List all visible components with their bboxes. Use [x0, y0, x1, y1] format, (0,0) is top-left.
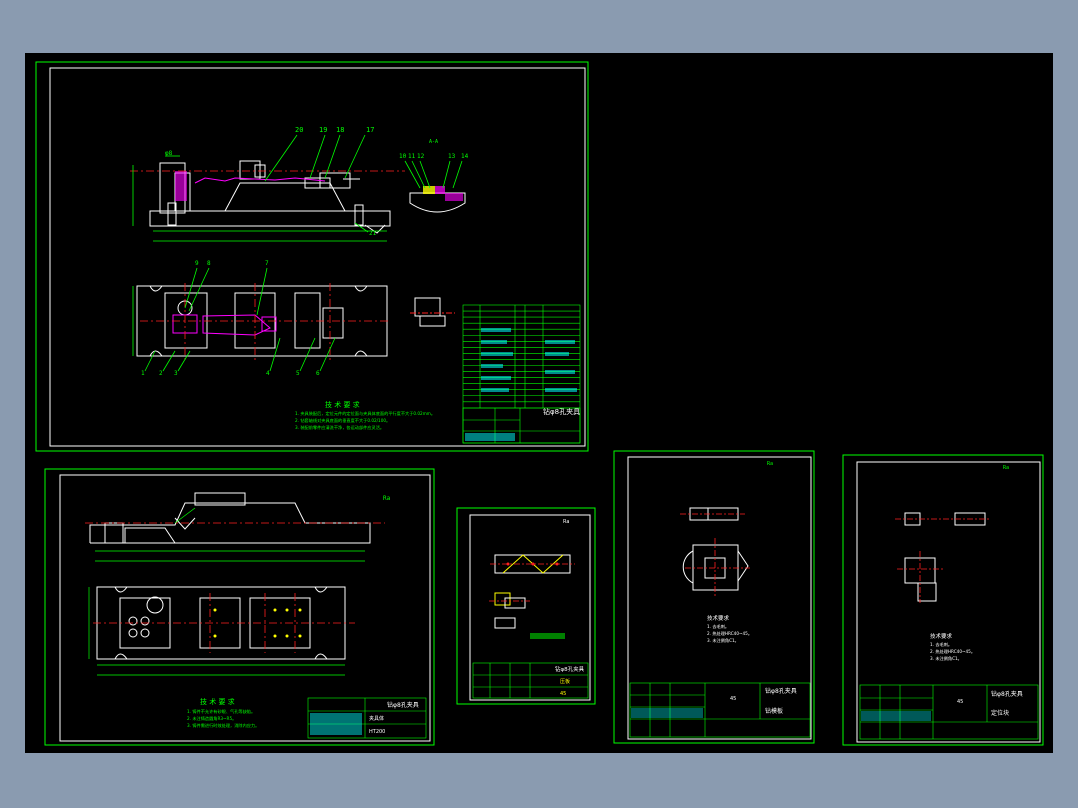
svg-text:Ra: Ra: [1003, 465, 1009, 471]
svg-text:Ra: Ra: [383, 495, 391, 502]
body-title-part: 夹具体: [369, 715, 384, 722]
part2-tech-1: 1. 去毛刺。: [930, 641, 952, 648]
part2-title-material: 45: [957, 699, 963, 705]
balloon-13: 13: [448, 153, 456, 160]
balloon-7: 7: [265, 260, 269, 267]
part2-title-name: 钻φ8孔夹具: [991, 690, 1023, 698]
cad-model-space[interactable]: φ8 20 19 18 17 21 A-A 10 11 12 13 14 9 8…: [25, 53, 1053, 753]
svg-text:φ8: φ8: [165, 150, 173, 157]
part2-title-part: 定位块: [991, 709, 1009, 717]
balloon-5: 5: [296, 370, 300, 377]
balloon-1: 1: [141, 370, 145, 377]
small-part-side: [494, 592, 526, 629]
title-block-drawing-name: 钻φ8孔夹具: [543, 407, 580, 416]
balloon-14: 14: [461, 153, 469, 160]
part2-plan: [904, 557, 937, 602]
body-tech-req-line-1: 1. 铸件不允许有砂眼、气孔等缺陷。: [187, 708, 255, 715]
balloon-19: 19: [319, 126, 327, 134]
body-tech-req-line-2: 2. 未注铸造圆角R3~R5。: [187, 715, 236, 722]
balloon-20: 20: [295, 126, 303, 134]
body-title-name: 钻φ8孔夹具: [387, 701, 419, 709]
balloon-8: 8: [207, 260, 211, 267]
balloon-10: 10: [399, 153, 407, 160]
tech-req-line-2: 2. 钻套轴线对夹具底面的垂直度不大于0.02/100。: [295, 417, 390, 424]
small-title-material: 45: [560, 691, 566, 697]
tech-req-line-1: 1. 夹具装配后，定位元件的定位面与夹具体底面的平行度不大于0.02mm。: [295, 410, 435, 417]
sheet-part-right-2: Ra 技术要求 1. 去毛刺。 2. 热处理HRC40~45。 3. 未注倒角C…: [842, 454, 1044, 746]
body-title-material: HT200: [369, 729, 385, 735]
part1-tech-3: 3. 未注倒角C1。: [707, 637, 739, 644]
tech-req-line-3: 3. 装配前零件应清洗干净，各运动部件应灵活。: [295, 424, 384, 431]
part1-tech-2: 2. 热处理HRC40~45。: [707, 630, 752, 637]
balloon-9: 9: [195, 260, 199, 267]
drawing-canvas: φ8 20 19 18 17 21 A-A 10 11 12 13 14 9 8…: [35, 61, 1044, 746]
balloon-12: 12: [417, 153, 425, 160]
balloon-21: 21: [369, 230, 377, 237]
section-view: [409, 186, 466, 213]
tech-req-title: 技 术 要 求: [325, 400, 360, 409]
sheet-part-right-1: Ra 技术要求 1. 去毛刺。 2. 热处理HRC40~45。 3. 未注倒角C…: [613, 450, 815, 744]
balloon-2: 2: [159, 370, 163, 377]
part2-tech-2: 2. 热处理HRC40~45。: [930, 648, 975, 655]
part1-title-material: 45: [730, 696, 736, 702]
assembly-front-view: [149, 160, 391, 234]
balloon-11: 11: [408, 153, 416, 160]
sheet-body-part: Ra 技 术 要 求 1. 铸件不允许有砂眼、气孔等缺陷。 2. 未注铸造圆角R…: [44, 468, 435, 746]
svg-text:Ra: Ra: [767, 461, 773, 467]
part1-title-name: 钻φ8孔夹具: [765, 687, 797, 695]
balloon-3: 3: [174, 370, 178, 377]
svg-text:Ra: Ra: [563, 519, 569, 525]
balloon-18: 18: [336, 126, 344, 134]
part1-tech-1: 1. 去毛刺。: [707, 623, 729, 630]
part2-tech-title: 技术要求: [930, 632, 953, 640]
small-title-part: 压板: [560, 678, 570, 685]
sheet-small-part: Ra 钻φ8孔夹具 压板 45: [456, 507, 596, 705]
assembly-detail-view: [410, 297, 455, 327]
section-label: A-A: [429, 139, 438, 145]
body-tech-req-line-3: 3. 铸件需进行时效处理，消除内应力。: [187, 722, 259, 729]
small-title-name: 钻φ8孔夹具: [555, 665, 585, 673]
part1-title-part: 钻模板: [765, 707, 783, 715]
part1-plan: [682, 544, 749, 591]
balloon-17: 17: [366, 126, 374, 134]
part1-tech-title: 技术要求: [707, 614, 730, 622]
body-tech-req-title: 技 术 要 求: [200, 697, 235, 706]
part2-tech-3: 3. 未注倒角C1。: [930, 655, 962, 662]
sheet-assembly: φ8 20 19 18 17 21 A-A 10 11 12 13 14 9 8…: [35, 61, 589, 452]
body-front-view: [89, 492, 371, 544]
parts-list-cells: [481, 328, 577, 392]
balloon-4: 4: [266, 370, 270, 377]
balloon-6: 6: [316, 370, 320, 377]
